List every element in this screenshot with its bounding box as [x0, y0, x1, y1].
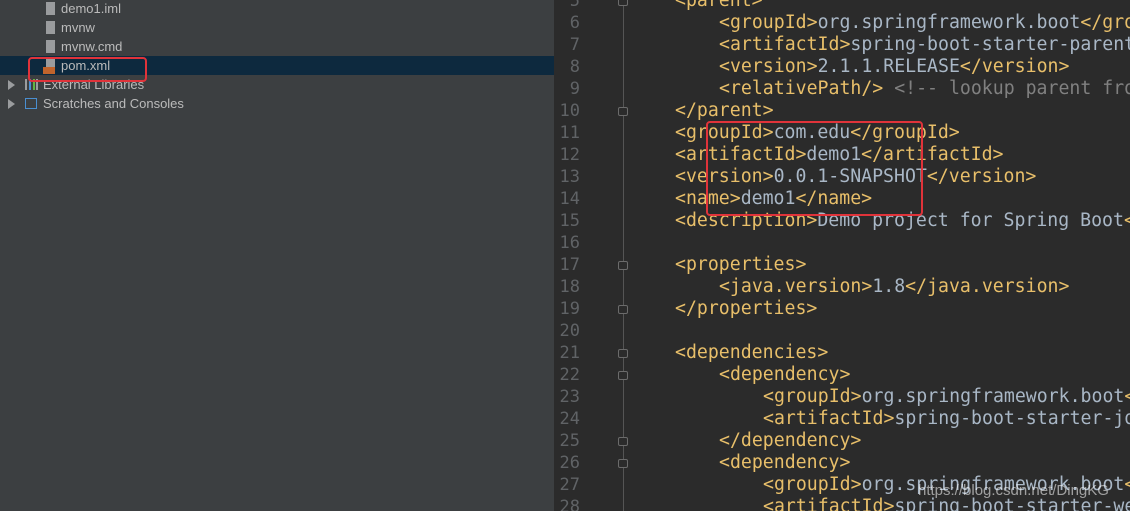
tag-token: <java.version> [719, 276, 873, 297]
code-line: <dependencies> [675, 342, 828, 363]
text-token: org.springframework.boot [817, 12, 1081, 33]
tag-token: <groupId> [763, 386, 862, 407]
tag-token: <relativePath/> [719, 78, 884, 99]
line-number: 25 [559, 431, 580, 451]
tag-token: <properties> [675, 254, 807, 275]
highlight-box-pom [28, 57, 147, 82]
tree-item-label: mvnw.cmd [61, 39, 123, 54]
code-line: <groupId>org.springframework.boot</gro [719, 12, 1130, 33]
line-number: 26 [559, 453, 580, 473]
tag-token: </parent> [675, 100, 774, 121]
fold-marker-icon[interactable] [618, 107, 628, 116]
fold-marker-icon[interactable] [618, 371, 628, 380]
code-line: <artifactId>spring-boot-starter-parent< [719, 34, 1130, 55]
line-number: 5 [569, 0, 580, 11]
tag-token: <version> [719, 56, 818, 77]
line-number: 20 [559, 321, 580, 341]
code-line: <java.version>1.8</java.version> [719, 276, 1069, 297]
line-number: 6 [569, 13, 580, 33]
line-number: 21 [559, 343, 580, 363]
comment-token: <!-- lookup parent fro [894, 78, 1130, 99]
tag-token: <groupId> [763, 474, 862, 495]
line-number: 28 [559, 497, 580, 511]
tree-item-demo1-iml[interactable]: demo1.iml [0, 0, 554, 18]
tag-token: <dependency> [719, 452, 851, 473]
fold-marker-icon[interactable] [618, 0, 628, 6]
scratches-icon [25, 98, 37, 109]
tag-token: <parent> [675, 0, 763, 11]
text-token: org.springframework.boot [861, 386, 1125, 407]
code-line: </dependency> [719, 430, 861, 451]
code-line: <artifactId>spring-boot-starter-jd [763, 408, 1130, 429]
tag-token: < [1123, 210, 1130, 231]
fold-marker-icon[interactable] [618, 349, 628, 358]
line-number: 24 [559, 409, 580, 429]
code-line: <version>2.1.1.RELEASE</version> [719, 56, 1069, 77]
text-token: spring-boot-starter-jd [894, 408, 1130, 429]
line-number: 19 [559, 299, 580, 319]
line-number: 17 [559, 255, 580, 275]
text-token: 2.1.1.RELEASE [817, 56, 960, 77]
tag-token: </properties> [675, 298, 818, 319]
text-file-icon [46, 21, 55, 34]
tag-token: </gro [1080, 12, 1130, 33]
fold-marker-icon[interactable] [618, 437, 628, 446]
code-line: <dependency> [719, 452, 850, 473]
tag-token: < [1124, 474, 1130, 495]
tag-token: < [1124, 386, 1130, 407]
tag-token: <artifactId> [763, 408, 895, 429]
line-number: 9 [569, 79, 580, 99]
text-token: 1.8 [872, 276, 906, 297]
fold-gutter-line [623, 0, 624, 511]
tag-token: <artifactId> [763, 496, 895, 511]
fold-marker-icon[interactable] [618, 305, 628, 314]
code-line: </properties> [675, 298, 817, 319]
expand-arrow-icon[interactable] [8, 80, 15, 90]
tag-token: </version> [959, 56, 1070, 77]
tree-item-label: Scratches and Consoles [43, 96, 184, 111]
watermark: https://blog.csdn.net/DingKG [918, 482, 1109, 499]
line-number: 11 [559, 123, 580, 143]
iml-file-icon [46, 2, 55, 15]
tag-token: </java.version> [905, 276, 1070, 297]
line-number: 15 [559, 211, 580, 231]
tree-item-mvnw-cmd[interactable]: mvnw.cmd [0, 37, 554, 56]
code-line: </parent> [675, 100, 774, 121]
tag-token: </dependency> [719, 430, 862, 451]
tag-token: <dependencies> [675, 342, 829, 363]
code-editor[interactable]: 5 <parent> 6 <groupId>org.springframework.b… [555, 0, 1130, 511]
tree-item-label: mvnw [61, 20, 95, 35]
fold-marker-icon[interactable] [618, 459, 628, 468]
project-tree-panel: demo1.iml mvnw mvnw.cmd pom.xml External… [0, 0, 555, 511]
tree-item-scratches[interactable]: Scratches and Consoles [0, 94, 554, 113]
text-token: spring-boot-starter-parent [850, 34, 1130, 55]
code-line: <dependency> [719, 364, 850, 385]
expand-arrow-icon[interactable] [8, 99, 15, 109]
tree-item-mvnw[interactable]: mvnw [0, 18, 554, 37]
line-number: 23 [559, 387, 580, 407]
line-number: 14 [559, 189, 580, 209]
line-number: 16 [559, 233, 580, 253]
line-number: 27 [559, 475, 580, 495]
line-number: 10 [559, 101, 580, 121]
code-line: <groupId>org.springframework.boot< [763, 386, 1130, 407]
code-line: <properties> [675, 254, 806, 275]
line-number: 12 [559, 145, 580, 165]
line-number: 13 [559, 167, 580, 187]
tag-token: <dependency> [719, 364, 851, 385]
code-line: <parent> [675, 0, 763, 11]
tag-token: </version> [926, 166, 1037, 187]
highlight-box-coordinates [706, 121, 923, 216]
tag-token: <groupId> [719, 12, 818, 33]
line-number: 18 [559, 277, 580, 297]
tree-item-label: demo1.iml [61, 1, 121, 16]
line-number: 22 [559, 365, 580, 385]
fold-marker-icon[interactable] [618, 261, 628, 270]
line-number: 8 [569, 57, 580, 77]
line-number: 7 [569, 35, 580, 55]
code-line: <relativePath/> <!-- lookup parent fro [719, 78, 1130, 99]
text-file-icon [46, 40, 55, 53]
tag-token: <artifactId> [719, 34, 851, 55]
